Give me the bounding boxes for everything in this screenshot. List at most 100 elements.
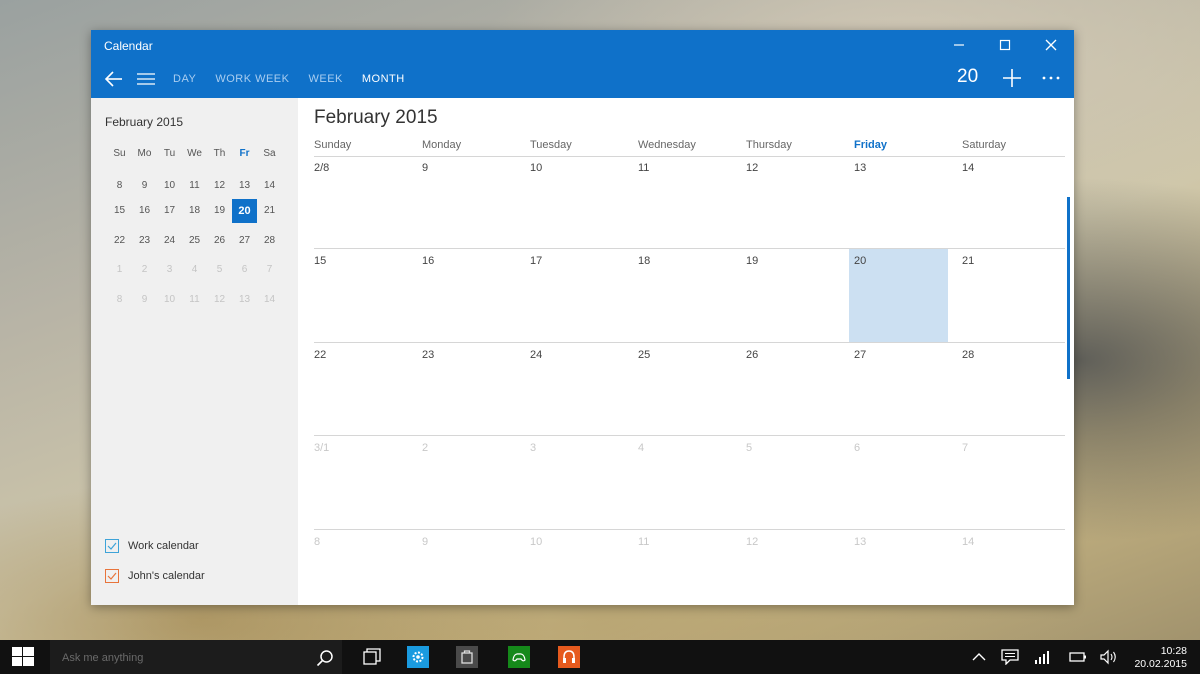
day-cell-number[interactable]: 8	[314, 536, 320, 548]
maximize-button[interactable]	[982, 30, 1028, 60]
day-cell-number[interactable]: 16	[422, 255, 434, 267]
settings-app-button[interactable]	[398, 640, 438, 674]
day-cell-number[interactable]: 24	[530, 349, 542, 361]
day-cell-number[interactable]: 13	[854, 536, 866, 548]
search-box[interactable]: Ask me anything	[50, 640, 342, 674]
day-cell-number[interactable]: 3/1	[314, 442, 329, 454]
day-cell-number[interactable]: 19	[746, 255, 758, 267]
mini-calendar-title[interactable]: February 2015	[105, 115, 183, 129]
mini-calendar-day[interactable]: 26	[207, 229, 232, 253]
back-arrow-icon[interactable]	[103, 68, 125, 90]
day-cell-number[interactable]: 11	[638, 536, 649, 548]
mini-calendar-day[interactable]: 25	[182, 229, 207, 253]
day-cell-number[interactable]: 9	[422, 162, 428, 174]
mini-calendar-day[interactable]: 27	[232, 229, 257, 253]
mini-calendar-day[interactable]: 2	[132, 258, 157, 282]
day-cell-number[interactable]: 3	[530, 442, 536, 454]
mini-calendar-day[interactable]: 15	[107, 199, 132, 223]
day-cell-number[interactable]: 11	[638, 162, 649, 174]
day-cell-number[interactable]: 21	[962, 255, 974, 267]
battery-icon[interactable]	[1069, 649, 1087, 665]
mini-calendar-day[interactable]: 9	[132, 288, 157, 312]
day-cell-number[interactable]: 10	[530, 162, 542, 174]
mini-calendar-day[interactable]: 16	[132, 199, 157, 223]
hamburger-menu-icon[interactable]	[137, 71, 155, 87]
day-cell-number[interactable]: 4	[638, 442, 644, 454]
mini-calendar-day[interactable]: 5	[207, 258, 232, 282]
minimize-button[interactable]	[936, 30, 982, 60]
mini-calendar-day[interactable]: 17	[157, 199, 182, 223]
store-app-button[interactable]	[447, 640, 487, 674]
system-clock[interactable]: 10:28 20.02.2015	[1134, 645, 1187, 671]
day-cell-number[interactable]: 12	[746, 536, 758, 548]
day-cell-number[interactable]: 27	[854, 349, 866, 361]
mini-calendar-day[interactable]: 4	[182, 258, 207, 282]
day-cell-number[interactable]: 10	[530, 536, 542, 548]
day-cell-number[interactable]: 7	[962, 442, 968, 454]
mini-calendar-day[interactable]: 8	[107, 174, 132, 198]
mini-calendar-day[interactable]: 22	[107, 229, 132, 253]
day-cell-number[interactable]: 2/8	[314, 162, 329, 174]
day-cell-number[interactable]: 18	[638, 255, 650, 267]
day-cell-number[interactable]: 28	[962, 349, 974, 361]
mini-calendar-day[interactable]: 23	[132, 229, 157, 253]
mini-calendar-day[interactable]: 6	[232, 258, 257, 282]
music-app-button[interactable]	[549, 640, 589, 674]
mini-calendar-day[interactable]: 18	[182, 199, 207, 223]
checkbox-checked-icon[interactable]	[105, 539, 119, 553]
day-cell-number[interactable]: 17	[530, 255, 542, 267]
mini-calendar-day[interactable]: 14	[257, 288, 282, 312]
tab-month[interactable]: MONTH	[362, 73, 405, 85]
calendar-toggle-john[interactable]: John's calendar	[105, 561, 205, 591]
checkbox-checked-icon[interactable]	[105, 569, 119, 583]
day-cell-number[interactable]: 6	[854, 442, 860, 454]
mini-calendar-day[interactable]: 20	[232, 199, 257, 223]
mini-calendar-day[interactable]: 21	[257, 199, 282, 223]
day-cell-number[interactable]: 14	[962, 536, 974, 548]
mini-calendar-day[interactable]: 11	[182, 174, 207, 198]
tab-day[interactable]: DAY	[173, 73, 196, 85]
search-icon[interactable]	[316, 649, 334, 667]
mini-calendar-day[interactable]: 12	[207, 288, 232, 312]
mini-calendar-day[interactable]: 10	[157, 174, 182, 198]
chevron-up-icon[interactable]	[970, 649, 988, 665]
mini-calendar-day[interactable]: 19	[207, 199, 232, 223]
day-cell-number[interactable]: 5	[746, 442, 752, 454]
tab-week[interactable]: WEEK	[308, 73, 342, 85]
mini-calendar-day[interactable]: 14	[257, 174, 282, 198]
day-cell-number[interactable]: 22	[314, 349, 326, 361]
mini-calendar-day[interactable]: 1	[107, 258, 132, 282]
start-button[interactable]	[0, 640, 46, 674]
network-signal-icon[interactable]	[1033, 649, 1051, 665]
day-cell-number[interactable]: 9	[422, 536, 428, 548]
mini-calendar-day[interactable]: 13	[232, 174, 257, 198]
close-button[interactable]	[1028, 30, 1074, 60]
scrollbar[interactable]	[1067, 197, 1070, 379]
tab-work-week[interactable]: WORK WEEK	[215, 73, 289, 85]
more-options-icon[interactable]	[1041, 68, 1061, 88]
mini-calendar-day[interactable]: 11	[182, 288, 207, 312]
go-to-today-button[interactable]: 20	[957, 66, 978, 88]
day-cell-number[interactable]: 26	[746, 349, 758, 361]
mini-calendar-day[interactable]: 13	[232, 288, 257, 312]
mini-calendar-day[interactable]: 28	[257, 229, 282, 253]
day-cell-number[interactable]: 2	[422, 442, 428, 454]
xbox-app-button[interactable]	[499, 640, 539, 674]
day-cell-number[interactable]: 13	[854, 162, 866, 174]
mini-calendar-day[interactable]: 12	[207, 174, 232, 198]
day-cell-number[interactable]: 23	[422, 349, 434, 361]
notifications-icon[interactable]	[1001, 649, 1019, 665]
mini-calendar-day[interactable]: 24	[157, 229, 182, 253]
day-cell-number[interactable]: 20	[854, 255, 866, 267]
day-cell-number[interactable]: 25	[638, 349, 650, 361]
task-view-button[interactable]	[352, 640, 392, 674]
day-cell-number[interactable]: 12	[746, 162, 758, 174]
calendar-toggle-work[interactable]: Work calendar	[105, 531, 205, 561]
day-cell-number[interactable]: 15	[314, 255, 326, 267]
mini-calendar-day[interactable]: 8	[107, 288, 132, 312]
mini-calendar-day[interactable]: 3	[157, 258, 182, 282]
mini-calendar-day[interactable]: 9	[132, 174, 157, 198]
volume-icon[interactable]	[1100, 649, 1118, 665]
mini-calendar-day[interactable]: 7	[257, 258, 282, 282]
day-cell-number[interactable]: 14	[962, 162, 974, 174]
